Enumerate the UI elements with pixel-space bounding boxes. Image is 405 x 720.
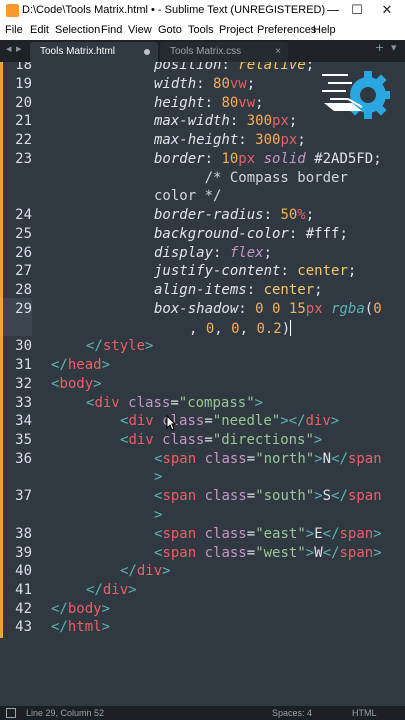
- panel-toggle-icon[interactable]: [6, 708, 16, 718]
- tab-label: Tools Matrix.css: [170, 46, 242, 57]
- menu-preferences[interactable]: Preferences: [257, 24, 316, 36]
- line-number: 43: [15, 619, 32, 635]
- menu-goto[interactable]: Goto: [158, 24, 182, 36]
- line-number: 26: [15, 245, 32, 261]
- status-bar: Line 29, Column 52 Spaces: 4 HTML: [0, 706, 405, 720]
- line-number: 34: [15, 413, 32, 429]
- code-line-19: width: 80vw;: [154, 76, 256, 92]
- menu-edit[interactable]: Edit: [30, 24, 49, 36]
- line-number: 29: [15, 301, 32, 317]
- menu-help[interactable]: Help: [313, 24, 336, 36]
- line-number: 38: [15, 526, 32, 542]
- code-line-36-cont: >: [154, 469, 163, 485]
- text-caret: [290, 320, 292, 336]
- menu-tools[interactable]: Tools: [188, 24, 214, 36]
- code-line-43: </html>: [51, 619, 111, 635]
- line-number: 20: [15, 95, 32, 111]
- code-line-40: </div>: [120, 563, 171, 579]
- tab-list-button[interactable]: ▾: [391, 41, 397, 54]
- line-number: 21: [15, 113, 32, 129]
- tab-scroll-left-icon[interactable]: ◂: [6, 42, 12, 55]
- line-number: 25: [15, 226, 32, 242]
- code-line-25: background-color: #fff;: [154, 226, 348, 242]
- line-number: 42: [15, 601, 32, 617]
- code-line-29: box-shadow: 0 0 15px rgba(0: [154, 301, 382, 317]
- line-number: 23: [15, 151, 32, 167]
- code-line-20: height: 80vw;: [154, 95, 264, 111]
- line-number: 33: [15, 395, 32, 411]
- tab-scroll-right-icon[interactable]: ▸: [16, 42, 22, 55]
- menu-view[interactable]: View: [128, 24, 152, 36]
- code-line-28: align-items: center;: [154, 282, 323, 298]
- code-line-41: </div>: [86, 582, 137, 598]
- menu-find[interactable]: Find: [101, 24, 122, 36]
- tab-label: Tools Matrix.html: [40, 46, 116, 57]
- line-number: 37: [15, 488, 32, 504]
- line-number: 30: [15, 338, 32, 354]
- line-number: 31: [15, 357, 32, 373]
- cursor-position: Line 29, Column 52: [26, 708, 105, 718]
- gutter-highlight-bar: [0, 62, 3, 638]
- line-number: 35: [15, 432, 32, 448]
- unsaved-dot-icon[interactable]: [144, 49, 150, 55]
- line-number: 18: [15, 62, 32, 73]
- code-line-31: </head>: [51, 357, 111, 373]
- title-bar: D:\Code\Tools Matrix.html • - Sublime Te…: [0, 0, 405, 22]
- code-line-32: <body>: [51, 376, 102, 392]
- line-number: 36: [15, 451, 32, 467]
- code-line-21: max-width: 300px;: [154, 113, 298, 129]
- code-editor[interactable]: 18 19 20 21 22 23 24 25 26 27 28 29 30 3…: [0, 62, 405, 706]
- menu-file[interactable]: File: [5, 24, 23, 36]
- menu-selection[interactable]: Selection: [55, 24, 100, 36]
- code-line-35: <div class="directions">: [120, 432, 323, 448]
- code-line-33: <div class="compass">: [86, 395, 264, 411]
- syntax-mode[interactable]: HTML: [352, 708, 377, 718]
- code-line-37-cont: >: [154, 507, 163, 523]
- tab-tools-matrix-css[interactable]: Tools Matrix.css ×: [160, 42, 288, 62]
- mouse-cursor-icon: [166, 415, 176, 431]
- line-number: 24: [15, 207, 32, 223]
- code-line-29-cont: , 0, 0, 0.2): [189, 320, 292, 337]
- code-line-24: border-radius: 50%;: [154, 207, 315, 223]
- code-line-30: </style>: [86, 338, 154, 354]
- code-line-23-comment: /* Compass border: [204, 170, 348, 186]
- line-number: 19: [15, 76, 32, 92]
- code-line-18: position: relative;: [154, 62, 315, 73]
- code-line-23: border: 10px solid #2AD5FD;: [154, 151, 382, 167]
- code-line-38: <span class="east">E</span>: [154, 526, 382, 542]
- code-line-26: display: flex;: [154, 245, 273, 261]
- line-number: 22: [15, 132, 32, 148]
- new-tab-button[interactable]: +: [375, 41, 384, 54]
- tab-close-icon[interactable]: ×: [275, 42, 281, 62]
- line-number: 40: [15, 563, 32, 579]
- menu-project[interactable]: Project: [219, 24, 253, 36]
- line-number: 39: [15, 545, 32, 561]
- tab-bar: ◂ ▸ Tools Matrix.html Tools Matrix.css ×…: [0, 40, 405, 62]
- sublime-app-icon: [6, 4, 19, 17]
- tab-tools-matrix-html[interactable]: Tools Matrix.html: [30, 42, 158, 62]
- gear-tool-logo-icon: [322, 71, 390, 119]
- line-number: 27: [15, 263, 32, 279]
- code-line-42: </body>: [51, 601, 111, 617]
- window-title: D:\Code\Tools Matrix.html • - Sublime Te…: [22, 4, 326, 16]
- line-number: 32: [15, 376, 32, 392]
- menu-bar: File Edit Selection Find View Goto Tools…: [0, 22, 405, 40]
- code-line-23-comment-cont: color */: [154, 188, 222, 204]
- indentation-setting[interactable]: Spaces: 4: [272, 708, 312, 718]
- close-button[interactable]: ✕: [372, 2, 402, 20]
- line-number: 28: [15, 282, 32, 298]
- maximize-button[interactable]: ☐: [342, 2, 372, 20]
- code-line-39: <span class="west">W</span>: [154, 545, 382, 561]
- code-line-36: <span class="north">N</span: [154, 451, 382, 467]
- code-line-34: <div class="needle"></div>: [120, 413, 340, 429]
- code-line-37: <span class="south">S</span: [154, 488, 382, 504]
- code-line-22: max-height: 300px;: [154, 132, 306, 148]
- code-line-27: justify-content: center;: [154, 263, 357, 279]
- line-number: 41: [15, 582, 32, 598]
